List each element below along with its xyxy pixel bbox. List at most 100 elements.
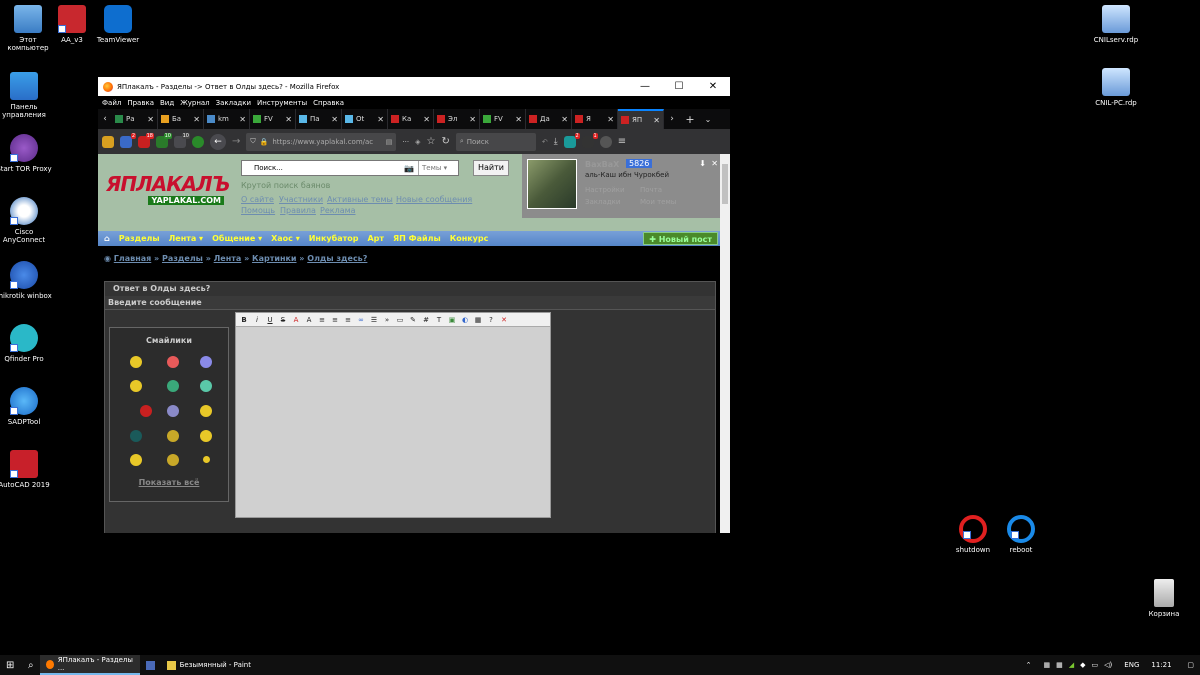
clock[interactable]: 11:21	[1145, 655, 1181, 675]
crumb-main[interactable]: Главная	[114, 254, 151, 263]
nav-art[interactable]: Арт	[367, 234, 384, 243]
recycle-bin-shortcut[interactable]: Корзина	[1136, 579, 1192, 618]
tab-close-icon[interactable]: ✕	[331, 115, 338, 124]
align-center-icon[interactable]: ≡	[330, 315, 340, 325]
extension-icon[interactable]: 1	[581, 132, 598, 148]
close-button[interactable]: ✕	[696, 81, 730, 92]
tab-list-icon[interactable]: ⌄	[700, 115, 716, 124]
pocket-icon[interactable]: ◈	[415, 138, 420, 146]
tab[interactable]: Ot ✕	[342, 109, 388, 129]
link-help[interactable]: Помощь	[241, 206, 275, 215]
extension-icon[interactable]: 10	[174, 132, 190, 148]
downloads-icon[interactable]: ⤓	[554, 137, 558, 147]
link-about[interactable]: О сайте	[241, 195, 274, 204]
smiley-icon[interactable]	[203, 456, 210, 463]
extension-icon[interactable]	[102, 135, 114, 148]
minimize-button[interactable]: —	[628, 81, 662, 92]
code-icon[interactable]: ▭	[395, 315, 405, 325]
flash-icon[interactable]: ◐	[460, 315, 470, 325]
site-logo[interactable]: ЯПЛАКАЛЪ YAPLAKAL.COM	[106, 172, 230, 208]
back-button[interactable]: ←	[210, 133, 226, 150]
smiley-icon[interactable]	[130, 380, 142, 392]
image-icon[interactable]: ▣	[447, 315, 457, 325]
cisco-shortcut[interactable]: Cisco AnyConnect	[0, 197, 52, 244]
download-icon[interactable]: ⬇	[699, 159, 706, 168]
tray-nvidia-icon[interactable]: ◢	[1069, 661, 1074, 669]
tor-proxy-shortcut[interactable]: Start TOR Proxy	[0, 134, 52, 173]
tab[interactable]: Ба ✕	[158, 109, 204, 129]
link-icon[interactable]: ∞	[356, 315, 366, 325]
extension-icon[interactable]: 2	[120, 132, 136, 148]
nav-incubator[interactable]: Инкубатор	[309, 234, 359, 243]
strikethrough-icon[interactable]: S	[278, 315, 288, 325]
hamburger-menu-icon[interactable]: ≡	[618, 136, 626, 147]
quote-icon[interactable]: »	[382, 315, 392, 325]
tab-active[interactable]: ЯП ✕	[618, 109, 664, 129]
volume-icon[interactable]: ◁)	[1104, 661, 1112, 669]
nav-communication[interactable]: Общение ▾	[212, 234, 262, 243]
tab[interactable]: Ка ✕	[388, 109, 434, 129]
tab-close-icon[interactable]: ✕	[653, 116, 660, 125]
smiley-icon[interactable]	[167, 380, 179, 392]
winbox-shortcut[interactable]: mikrotik winbox	[0, 261, 52, 300]
hash-icon[interactable]: #	[421, 315, 431, 325]
link-members[interactable]: Участники	[279, 195, 323, 204]
camera-icon[interactable]: 📷	[404, 164, 414, 173]
home-icon[interactable]: ⌂	[104, 234, 110, 243]
extension-icon[interactable]: 18	[138, 132, 154, 148]
start-button[interactable]: ⊞	[0, 655, 22, 675]
taskbar-firefox[interactable]: ЯПлакалъ - Разделы ...	[39, 655, 140, 675]
spoiler-icon[interactable]: ✎	[408, 315, 418, 325]
search-icon[interactable]: ⌕	[22, 655, 40, 675]
text-icon[interactable]: T	[434, 315, 444, 325]
nav-files[interactable]: ЯП Файлы	[393, 234, 441, 243]
site-search-input[interactable]: Поиск... 📷 Темы ▾	[241, 160, 459, 176]
extension-icon[interactable]	[192, 135, 204, 148]
tab-close-icon[interactable]: ✕	[469, 115, 476, 124]
underline-icon[interactable]: U	[265, 315, 275, 325]
autocad-shortcut[interactable]: AutoCAD 2019	[0, 450, 52, 489]
tray-app-icon[interactable]: ▦	[1044, 661, 1051, 669]
reload-icon[interactable]: ↻	[441, 136, 449, 147]
menu-help[interactable]: Справка	[313, 99, 344, 107]
message-textarea[interactable]	[236, 328, 550, 517]
tab[interactable]: Эл ✕	[434, 109, 480, 129]
link-active-topics[interactable]: Активные темы	[327, 195, 393, 204]
url-bar[interactable]: ⛉ 🔒 https://www.yaplakal.com/ac ▤	[246, 132, 397, 151]
extension-icon[interactable]: 2	[563, 132, 580, 148]
link-rules[interactable]: Правила	[280, 206, 316, 215]
extension-icon[interactable]: 10	[156, 132, 172, 148]
crumb-topic[interactable]: Олды здесь?	[307, 254, 367, 263]
tray-app-icon[interactable]: ◆	[1080, 661, 1085, 669]
tab[interactable]: Ра ✕	[112, 109, 158, 129]
smiley-icon[interactable]	[167, 454, 179, 466]
link-ads[interactable]: Реклама	[320, 206, 356, 215]
tab-close-icon[interactable]: ✕	[193, 115, 200, 124]
lock-icon[interactable]: 🔒	[260, 138, 269, 146]
language-indicator[interactable]: ENG	[1118, 655, 1145, 675]
show-all-smilies-link[interactable]: Показать всё	[110, 478, 228, 487]
page-actions-icon[interactable]: ···	[402, 138, 409, 146]
page-scrollbar[interactable]	[720, 154, 730, 533]
nav-sections[interactable]: Разделы	[119, 234, 160, 243]
forward-button[interactable]: →	[232, 136, 240, 147]
tab-close-icon[interactable]: ✕	[239, 115, 246, 124]
tab-close-icon[interactable]: ✕	[423, 115, 430, 124]
tab-close-icon[interactable]: ✕	[515, 115, 522, 124]
control-panel-shortcut[interactable]: Панель управления	[0, 72, 52, 119]
notifications-icon[interactable]: ▢	[1181, 655, 1200, 675]
logout-icon[interactable]: ✕	[711, 159, 718, 168]
italic-icon[interactable]: i	[252, 315, 262, 325]
crumb-feed[interactable]: Лента	[214, 254, 242, 263]
smiley-icon[interactable]	[200, 430, 212, 442]
align-right-icon[interactable]: ≡	[343, 315, 353, 325]
tab-close-icon[interactable]: ✕	[147, 115, 154, 124]
taskbar-pinned-app[interactable]	[140, 655, 161, 675]
find-button[interactable]: Найти	[473, 160, 509, 176]
smiley-icon[interactable]	[200, 380, 212, 392]
tab-close-icon[interactable]: ✕	[377, 115, 384, 124]
search-box[interactable]: ⌕ Поиск	[455, 132, 536, 151]
user-link-settings[interactable]: Настройки	[585, 186, 625, 194]
user-link-my-topics[interactable]: Мои темы	[640, 198, 676, 206]
link-new-messages[interactable]: Новые сообщения	[396, 195, 472, 204]
